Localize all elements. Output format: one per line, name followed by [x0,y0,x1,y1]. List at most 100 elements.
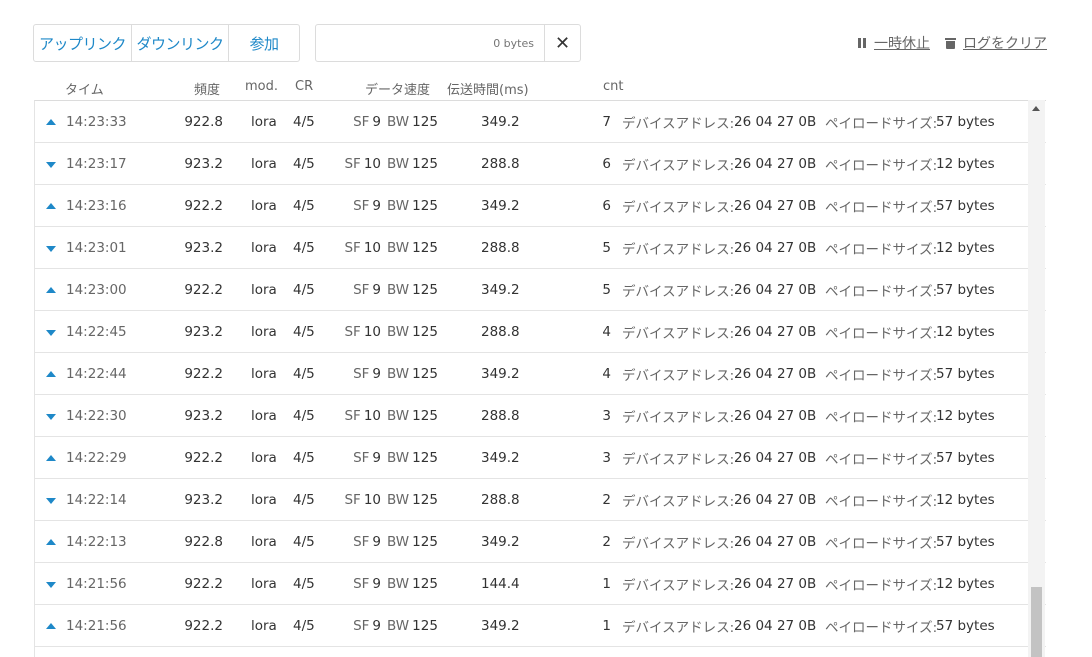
row-spreading-factor: SF 10 [331,156,381,172]
filter-search-input[interactable] [316,25,544,61]
join-filter-button[interactable]: 参加 [229,25,299,61]
clear-log-button[interactable]: ログをクリア [945,33,1047,53]
bw-value: 125 [412,282,438,298]
scrollbar[interactable] [1028,100,1045,657]
table-row[interactable]: 14:22:30 923.2 lora 4/5 SF 10 BW 125 288.8 3 デバイスア… [35,395,1046,437]
pause-button[interactable]: 一時休止 [858,33,930,53]
clear-filter-button[interactable]: ✕ [544,25,580,61]
sf-value: 10 [363,408,381,424]
table-row[interactable]: 14:23:33 922.8 lora 4/5 SF 9 BW 125 349.2 7 デバイスアド… [35,101,1046,143]
row-frequency: 922.2 [184,366,223,382]
row-airtime: 349.2 [481,366,520,382]
row-coding-rate: 4/5 [293,198,315,214]
row-airtime: 288.8 [481,408,520,424]
row-spreading-factor: SF 9 [331,576,381,592]
row-counter: 2 [602,534,611,550]
bw-value: 125 [412,618,438,634]
row-bandwidth: BW 125 [387,366,438,382]
row-payload-size: 57 bytes [936,366,995,382]
payload-size-label: ペイロードサイズ: [825,494,938,510]
row-coding-rate: 4/5 [293,114,315,130]
uplink-arrow-icon [46,287,56,293]
payload-size-label: ペイロードサイズ: [825,116,938,132]
row-modulation: lora [251,576,277,592]
table-row[interactable]: 14:22:45 923.2 lora 4/5 SF 10 BW 125 288.8 4 デバイスア… [35,311,1046,353]
row-time: 14:23:17 [66,156,127,172]
row-spreading-factor: SF 9 [331,114,381,130]
table-row[interactable]: 14:23:01 923.2 lora 4/5 SF 10 BW 125 288.8 5 デバイスア… [35,227,1046,269]
bw-label: BW [387,324,410,340]
device-address-label: デバイスアドレス: [622,116,735,132]
row-frequency: 922.8 [184,534,223,550]
table-row[interactable]: 14:23:16 922.2 lora 4/5 SF 9 BW 125 349.2 6 デバイスアド… [35,185,1046,227]
row-device-address: 26 04 27 0B [734,492,817,508]
table-row[interactable]: 14:23:17 923.2 lora 4/5 SF 10 BW 125 288.8 6 デバイスア… [35,143,1046,185]
sf-label: SF [344,408,361,424]
device-address-label: デバイスアドレス: [622,284,735,300]
sf-value: 9 [372,282,381,298]
table-row[interactable]: 14:23:00 922.2 lora 4/5 SF 9 BW 125 349.2 5 デバイスアド… [35,269,1046,311]
row-coding-rate: 4/5 [293,492,315,508]
scroll-up-arrow-icon[interactable] [1032,106,1040,111]
table-row[interactable]: 14:22:14 923.2 lora 4/5 SF 10 BW 125 288.8 2 デバイスア… [35,479,1046,521]
sf-value: 10 [363,324,381,340]
downlink-arrow-icon [46,330,56,336]
sf-label: SF [353,198,370,214]
row-counter: 2 [602,492,611,508]
row-device-address: 26 04 27 0B [734,282,817,298]
uplink-filter-button[interactable]: アップリンク [34,25,132,61]
bw-label: BW [387,198,410,214]
payload-size-label: ペイロードサイズ: [825,200,938,216]
row-payload-size: 12 bytes [936,408,995,424]
row-bandwidth: BW 125 [387,492,438,508]
row-counter: 7 [602,114,611,130]
row-time: 14:22:14 [66,492,127,508]
row-device-address: 26 04 27 0B [734,450,817,466]
payload-size-label: ペイロードサイズ: [825,578,938,594]
row-counter: 1 [602,576,611,592]
row-payload-size: 12 bytes [936,324,995,340]
row-frequency: 923.2 [184,324,223,340]
row-modulation: lora [251,282,277,298]
row-counter: 5 [602,240,611,256]
close-icon: ✕ [554,32,571,54]
row-airtime: 349.2 [481,114,520,130]
row-spreading-factor: SF 10 [331,240,381,256]
table-row[interactable]: 14:22:13 922.8 lora 4/5 SF 9 BW 125 349.2 2 デバイスアド… [35,521,1046,563]
row-counter: 6 [602,156,611,172]
bw-label: BW [387,618,410,634]
device-address-label: デバイスアドレス: [622,536,735,552]
row-modulation: lora [251,240,277,256]
row-spreading-factor: SF 10 [331,408,381,424]
row-airtime: 288.8 [481,240,520,256]
trash-icon [945,37,956,49]
table-header: タイム 頻度 mod. CR データ速度 伝送時間(ms) cnt [34,76,1046,100]
table-row[interactable]: 14:22:44 922.2 lora 4/5 SF 9 BW 125 349.2 4 デバイスアド… [35,353,1046,395]
row-spreading-factor: SF 10 [331,324,381,340]
row-spreading-factor: SF 9 [331,366,381,382]
row-spreading-factor: SF 10 [331,492,381,508]
uplink-arrow-icon [46,455,56,461]
bw-label: BW [387,492,410,508]
sf-label: SF [344,156,361,172]
uplink-arrow-icon [46,119,56,125]
table-row[interactable]: 14:21:56 922.2 lora 4/5 SF 9 BW 125 349.2 1 デバイスアド… [35,605,1046,647]
row-frequency: 922.8 [184,114,223,130]
payload-size-label: ペイロードサイズ: [825,620,938,636]
bw-value: 125 [412,114,438,130]
downlink-filter-button[interactable]: ダウンリンク [132,25,229,61]
scroll-thumb[interactable] [1031,587,1042,657]
row-spreading-factor: SF 9 [331,534,381,550]
row-airtime: 288.8 [481,156,520,172]
row-device-address: 26 04 27 0B [734,576,817,592]
row-time: 14:22:29 [66,450,127,466]
bw-value: 125 [412,576,438,592]
device-address-label: デバイスアドレス: [622,494,735,510]
row-airtime: 349.2 [481,618,520,634]
row-time: 14:21:56 [66,576,127,592]
row-time: 14:22:45 [66,324,127,340]
table-row[interactable]: 14:22:29 922.2 lora 4/5 SF 9 BW 125 349.2 3 デバイスアド… [35,437,1046,479]
bw-value: 125 [412,156,438,172]
row-counter: 3 [602,450,611,466]
table-row[interactable]: 14:21:56 922.2 lora 4/5 SF 9 BW 125 144.4 1 デバイスアド… [35,563,1046,605]
